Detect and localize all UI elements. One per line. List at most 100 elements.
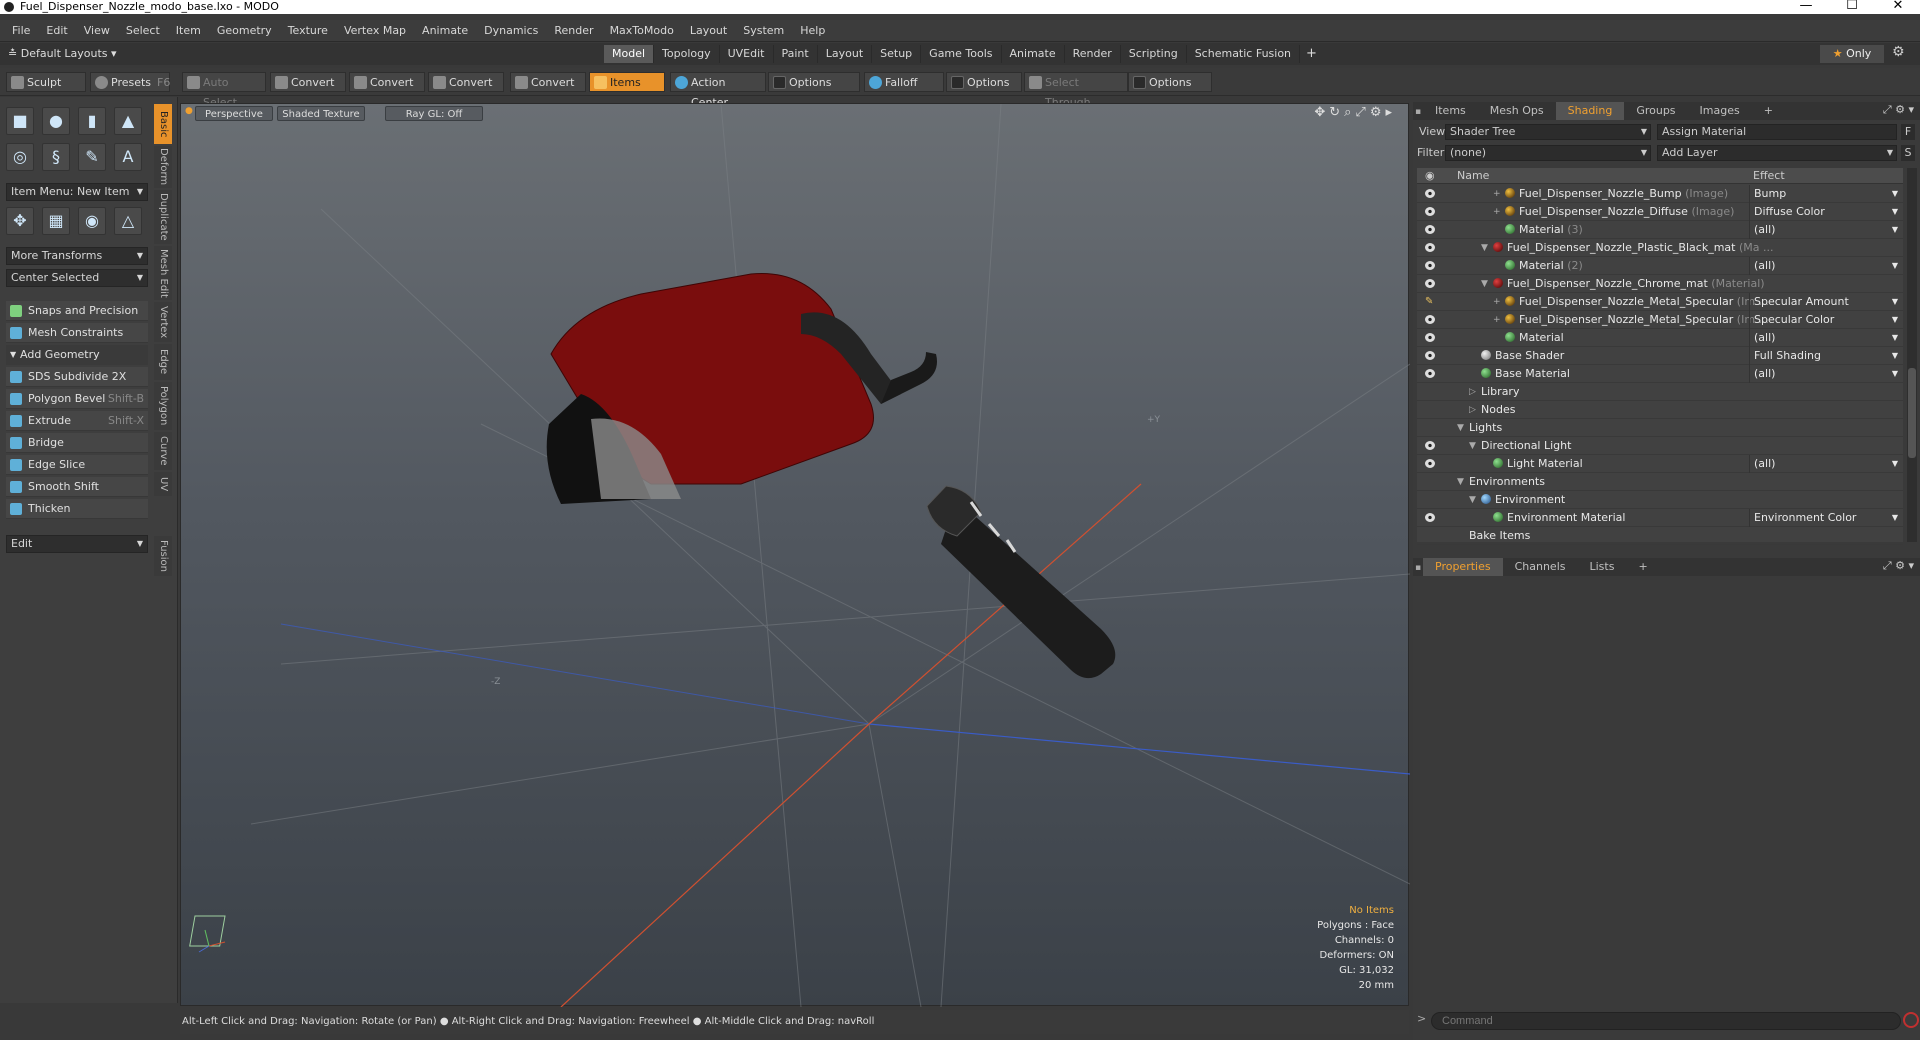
chevron-down-icon[interactable]: ▼ bbox=[1457, 473, 1464, 491]
tab-model[interactable]: Model bbox=[604, 45, 655, 63]
shader-tree-row[interactable]: Base Shader Full Shading ▼ bbox=[1417, 347, 1903, 365]
viewport-gear-icon[interactable]: ⚙ bbox=[1370, 105, 1386, 120]
menu-select[interactable]: Select bbox=[118, 20, 168, 42]
vtab-uv[interactable]: UV bbox=[154, 472, 172, 496]
chevron-down-icon[interactable]: ▼ bbox=[1457, 419, 1464, 437]
expand-plus-icon[interactable]: + bbox=[1493, 293, 1501, 311]
effect-dropdown[interactable]: (all) ▼ bbox=[1749, 455, 1901, 473]
tab-game-tools[interactable]: Game Tools bbox=[921, 45, 1002, 63]
shader-tree-row[interactable]: Material (3) (all) ▼ bbox=[1417, 221, 1903, 239]
add-layer-dropdown[interactable]: Add Layer ▼ bbox=[1657, 145, 1897, 161]
rotate-icon[interactable]: ↻ bbox=[1329, 105, 1344, 120]
shader-tree-row[interactable]: ▼ Fuel_Dispenser_Nozzle_Chrome_mat (Mater… bbox=[1417, 275, 1903, 293]
auto-select-button[interactable]: Auto Select bbox=[182, 72, 266, 109]
menu-item[interactable]: Item bbox=[168, 20, 209, 42]
shader-tree-row[interactable]: ▼ Lights bbox=[1417, 419, 1903, 437]
expand-plus-icon[interactable]: + bbox=[1493, 185, 1501, 203]
props-gear-icon[interactable]: ⚙ bbox=[1895, 559, 1908, 572]
tab-scripting[interactable]: Scripting bbox=[1121, 45, 1187, 63]
zoom-icon[interactable]: ⌕ bbox=[1344, 105, 1355, 120]
chevron-down-icon[interactable]: ▼ bbox=[1481, 239, 1488, 257]
tab-mesh-ops[interactable]: Mesh Ops bbox=[1478, 102, 1556, 120]
sculpt-button[interactable]: Sculpt bbox=[6, 72, 86, 92]
visibility-eye-icon[interactable] bbox=[1425, 513, 1435, 522]
vtab-fusion[interactable]: Fusion bbox=[154, 536, 172, 576]
menu-geometry[interactable]: Geometry bbox=[209, 20, 280, 42]
chevron-down-icon[interactable]: ▼ bbox=[1481, 275, 1488, 293]
scene-canvas[interactable]: +Y -Z bbox=[181, 104, 1410, 1007]
raygl-button[interactable]: Ray GL: Off bbox=[385, 106, 483, 121]
tab-animate[interactable]: Animate bbox=[1002, 45, 1065, 63]
fit-icon[interactable]: ⤢ bbox=[1355, 105, 1369, 120]
tab-render[interactable]: Render bbox=[1065, 45, 1121, 63]
tab-channels[interactable]: Channels bbox=[1503, 558, 1578, 576]
shader-tree-row[interactable]: Material (all) ▼ bbox=[1417, 329, 1903, 347]
shader-tree-row[interactable]: Light Material (all) ▼ bbox=[1417, 455, 1903, 473]
brush-icon[interactable]: ✎ bbox=[1425, 293, 1433, 311]
select-through-button[interactable]: Select Through bbox=[1024, 72, 1128, 109]
more-transforms-dropdown[interactable]: More Transforms ▼ bbox=[6, 247, 148, 265]
cone-icon[interactable]: ▲ bbox=[114, 107, 142, 135]
props-expand-icon[interactable]: ⤢ bbox=[1883, 559, 1895, 572]
menu-file[interactable]: File bbox=[0, 20, 38, 42]
shader-tree-row[interactable]: ▷ Library bbox=[1417, 383, 1903, 401]
edit-dropdown[interactable]: Edit ▼ bbox=[6, 535, 148, 553]
cube-icon[interactable]: ■ bbox=[6, 107, 34, 135]
tube-icon[interactable]: § bbox=[42, 143, 70, 171]
menu-render[interactable]: Render bbox=[546, 20, 601, 42]
effect-dropdown[interactable]: (all) ▼ bbox=[1749, 221, 1901, 239]
smooth-shift-button[interactable]: Smooth Shift bbox=[6, 477, 148, 497]
menu-edit[interactable]: Edit bbox=[38, 20, 75, 42]
options-button-2[interactable]: Options bbox=[946, 72, 1022, 92]
effect-dropdown[interactable]: Environment Color ▼ bbox=[1749, 509, 1901, 527]
tab-uvedit[interactable]: UVEdit bbox=[720, 45, 774, 63]
tab-layout[interactable]: Layout bbox=[818, 45, 873, 63]
shader-tree-row[interactable]: + Fuel_Dispenser_Nozzle_Bump (Image) Bump ▼ bbox=[1417, 185, 1903, 203]
sphere-icon[interactable]: ● bbox=[42, 107, 70, 135]
mesh-constraints-button[interactable]: Mesh Constraints bbox=[6, 323, 148, 343]
vtab-curve[interactable]: Curve bbox=[154, 432, 172, 470]
cylinder-icon[interactable]: ▮ bbox=[78, 107, 106, 135]
vtab-vertex[interactable]: Vertex bbox=[154, 302, 172, 342]
tab-topology[interactable]: Topology bbox=[654, 45, 720, 63]
visibility-eye-icon[interactable] bbox=[1425, 315, 1435, 324]
falloff-button[interactable]: Falloff bbox=[864, 72, 944, 92]
effect-dropdown[interactable]: Bump ▼ bbox=[1749, 185, 1901, 203]
gear-icon[interactable]: ⚙ bbox=[1892, 44, 1905, 60]
command-input[interactable] bbox=[1431, 1012, 1901, 1030]
add-props-tab-icon[interactable]: + bbox=[1626, 558, 1659, 576]
menu-system[interactable]: System bbox=[735, 20, 792, 42]
pyramid-icon[interactable]: △ bbox=[114, 207, 142, 235]
bridge-button[interactable]: Bridge bbox=[6, 433, 148, 453]
pen-icon[interactable]: ✎ bbox=[78, 143, 106, 171]
effect-dropdown[interactable]: Full Shading ▼ bbox=[1749, 347, 1901, 365]
shader-tree-row[interactable]: ▼ Environment bbox=[1417, 491, 1903, 509]
presets-button[interactable]: Presets F6 bbox=[90, 72, 170, 92]
polygon-bevel-button[interactable]: Polygon Bevel Shift-B bbox=[6, 389, 148, 409]
shader-tree-row[interactable]: Bake Items bbox=[1417, 527, 1903, 545]
effect-dropdown[interactable]: Diffuse Color ▼ bbox=[1749, 203, 1901, 221]
sds-subdivide-button[interactable]: SDS Subdivide 2X bbox=[6, 367, 148, 387]
shader-tree-row[interactable]: ▷ Nodes bbox=[1417, 401, 1903, 419]
extrude-button[interactable]: Extrude Shift-X bbox=[6, 411, 148, 431]
shader-tree-row[interactable]: ▼ Fuel_Dispenser_Nozzle_Plastic_Black_mat… bbox=[1417, 239, 1903, 257]
visibility-eye-icon[interactable] bbox=[1425, 243, 1435, 252]
grid-icon[interactable]: ▦ bbox=[42, 207, 70, 235]
tab-shading[interactable]: Shading bbox=[1555, 102, 1625, 120]
effect-dropdown[interactable]: (all) ▼ bbox=[1749, 365, 1901, 383]
shading-mode-button[interactable]: Shaded Texture bbox=[277, 106, 365, 121]
tab-lists[interactable]: Lists bbox=[1578, 558, 1627, 576]
chevron-down-icon[interactable]: ▼ bbox=[1469, 437, 1476, 455]
visibility-eye-icon[interactable] bbox=[1425, 207, 1435, 216]
props-menu-icon[interactable]: ▪ bbox=[1413, 563, 1423, 573]
record-icon[interactable] bbox=[1903, 1012, 1919, 1028]
name-column-header[interactable]: Name bbox=[1457, 168, 1489, 184]
visibility-eye-icon[interactable] bbox=[1425, 441, 1435, 450]
3d-viewport[interactable]: +Y -Z ● Perspective Shaded Texture Ray G… bbox=[180, 103, 1410, 1007]
pan-icon[interactable]: ✥ bbox=[1314, 105, 1329, 120]
assign-material-button[interactable]: Assign Material bbox=[1657, 124, 1897, 140]
convert-button-1[interactable]: Convert bbox=[270, 72, 346, 92]
expand-plus-icon[interactable]: + bbox=[1493, 203, 1501, 221]
vtab-edge[interactable]: Edge bbox=[154, 344, 172, 380]
menu-vertex-map[interactable]: Vertex Map bbox=[336, 20, 414, 42]
